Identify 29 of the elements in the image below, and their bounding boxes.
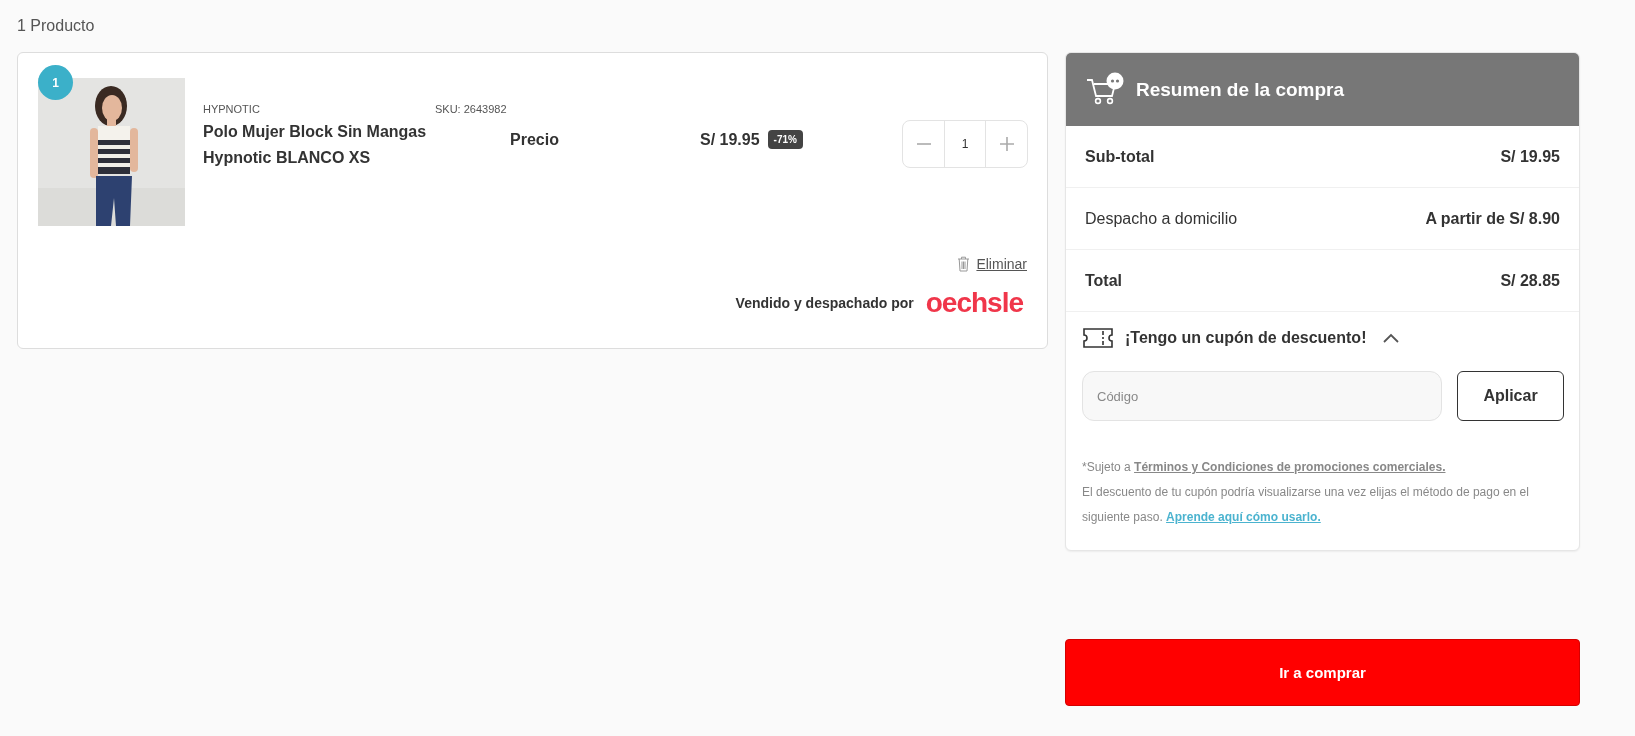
checkout-button[interactable]: Ir a comprar (1065, 639, 1580, 706)
sku-label: SKU: 2643982 (435, 103, 507, 117)
remove-link[interactable]: Eliminar (976, 256, 1027, 272)
plus-icon (998, 136, 1015, 152)
summary-value: A partir de S/ 8.90 (1425, 209, 1560, 228)
summary-label: Sub-total (1085, 147, 1155, 166)
summary-value: S/ 28.85 (1500, 271, 1560, 290)
quantity-value: 1 (944, 121, 986, 167)
seller-logo: oechsle (925, 288, 1023, 318)
apply-button[interactable]: Aplicar (1457, 371, 1564, 421)
minus-icon (915, 143, 932, 145)
terms-note: *Sujeto a Términos y Condiciones de promociones comerciales. (1082, 459, 1447, 476)
brand-name: HYPNOTIC (203, 103, 261, 117)
discount-tag: -71% (767, 130, 803, 149)
coupon-code-field[interactable]: Código (1082, 371, 1442, 421)
seller-label: Vendido y despachado por (735, 295, 914, 311)
product-count: 1 Producto (17, 17, 95, 35)
summary-label: Total (1085, 271, 1123, 290)
summary-title: Resumen de la compra (1136, 78, 1345, 101)
summary-label: Despacho a domicilio (1085, 209, 1238, 228)
trash-icon (957, 256, 971, 272)
price-label: Precio (510, 130, 560, 149)
price: S/ 19.95 (700, 130, 760, 149)
ticket-icon (1083, 328, 1113, 348)
product-title: Polo Mujer Block Sin Mangas Hypnotic BLANCO XS (203, 122, 428, 168)
summary-value: S/ 19.95 (1500, 147, 1560, 166)
terms-link[interactable]: Términos y Condiciones de promociones comerciales. (1134, 460, 1446, 474)
coupon-note: El descuento de tu cupón podría visualizarse una vez elijas el método de pago en el siguiente paso. Aprende aquí cómo usarlo. (1082, 484, 1530, 526)
coupon-toggle[interactable]: ¡Tengo un cupón de descuento! (1125, 329, 1367, 347)
